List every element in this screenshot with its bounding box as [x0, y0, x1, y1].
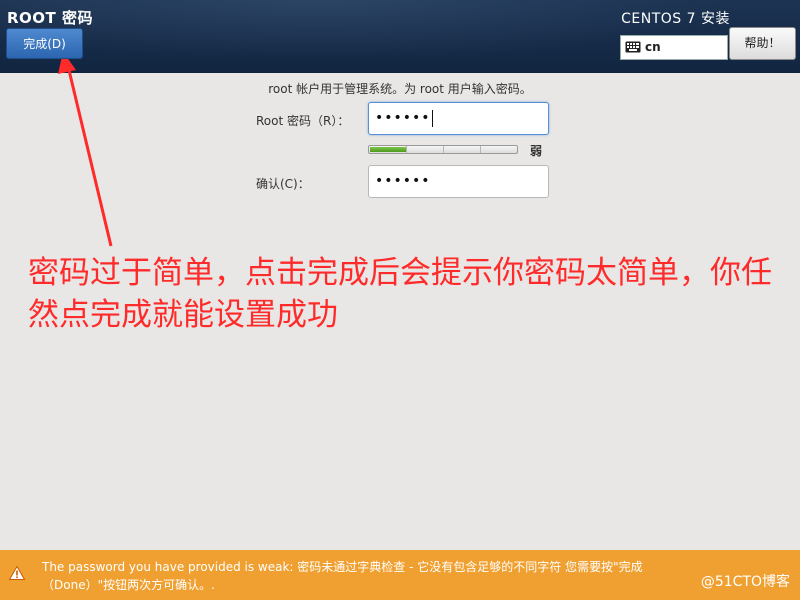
root-password-input[interactable]: ••••••	[368, 102, 549, 135]
strength-segment-divider	[480, 146, 481, 153]
strength-segment-divider	[406, 146, 407, 153]
password-strength-bar	[368, 145, 518, 154]
confirm-password-label: 确认(C)：	[256, 177, 310, 191]
page-title: ROOT 密码	[7, 9, 94, 27]
keyboard-layout-label: cn	[645, 40, 661, 54]
done-button[interactable]: 完成(D)	[6, 28, 83, 59]
keyboard-layout-indicator[interactable]: cn	[620, 35, 728, 60]
root-password-label: Root 密码（R）：	[256, 114, 350, 128]
warning-icon	[9, 566, 25, 580]
product-title: CENTOS 7 安装	[621, 11, 730, 27]
watermark: @51CTO博客	[700, 574, 790, 590]
keyboard-icon	[625, 41, 641, 53]
text-caret	[431, 109, 433, 127]
help-button[interactable]: 帮助！	[729, 27, 796, 60]
confirm-password-value: ••••••	[375, 173, 431, 189]
root-password-value: ••••••	[375, 110, 431, 126]
password-strength-label: 弱	[530, 144, 543, 158]
confirm-password-input[interactable]: ••••••	[368, 165, 549, 198]
warning-message: The password you have provided is weak: …	[42, 560, 643, 592]
info-text: root 帐户用于管理系统。为 root 用户输入密码。	[268, 82, 532, 96]
strength-segment-divider	[443, 146, 444, 153]
annotation-text: 密码过于简单，点击完成后会提示你密码太简单，你任然点完成就能设置成功	[28, 255, 772, 333]
password-strength-fill	[370, 147, 407, 152]
